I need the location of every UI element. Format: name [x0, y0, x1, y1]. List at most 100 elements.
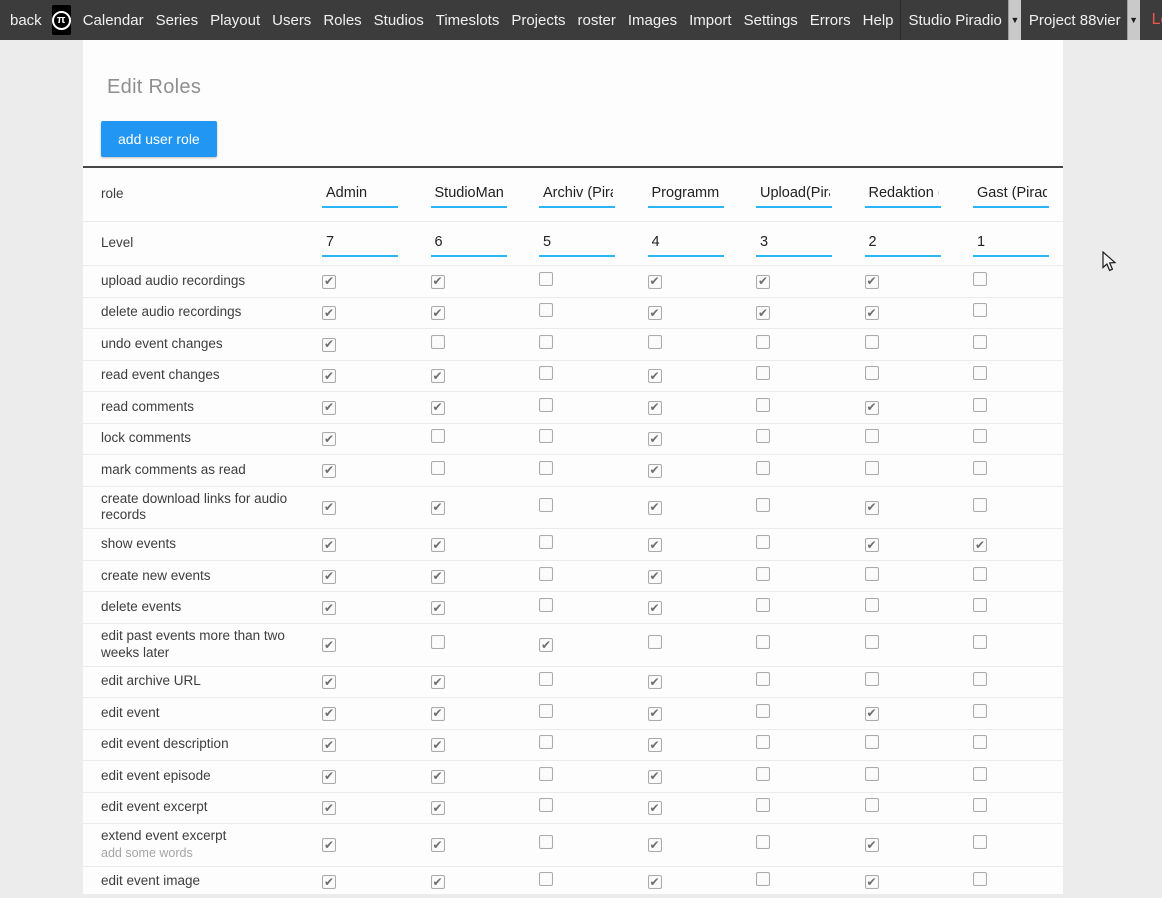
role-name-input-5[interactable] [756, 182, 832, 208]
permission-checkbox-7[interactable] [973, 335, 987, 349]
permission-checkbox-1[interactable] [322, 875, 336, 889]
permission-checkbox-2[interactable] [431, 570, 445, 584]
permission-checkbox-7[interactable] [973, 398, 987, 412]
role-name-input-2[interactable] [431, 182, 507, 208]
permission-checkbox-7[interactable] [973, 429, 987, 443]
permission-checkbox-1[interactable] [322, 707, 336, 721]
nav-item-studios[interactable]: Studios [368, 0, 430, 40]
permission-checkbox-4[interactable] [648, 275, 662, 289]
permission-checkbox-2[interactable] [431, 306, 445, 320]
permission-checkbox-2[interactable] [431, 875, 445, 889]
permission-checkbox-3[interactable] [539, 598, 553, 612]
permission-checkbox-6[interactable] [865, 635, 879, 649]
nav-item-import[interactable]: Import [683, 0, 738, 40]
nav-item-roles[interactable]: Roles [317, 0, 367, 40]
permission-checkbox-2[interactable] [431, 738, 445, 752]
permission-checkbox-7[interactable] [973, 303, 987, 317]
permission-checkbox-6[interactable] [865, 798, 879, 812]
logout-link[interactable]: Logout [1140, 0, 1162, 40]
permission-checkbox-2[interactable] [431, 335, 445, 349]
permission-checkbox-5[interactable] [756, 461, 770, 475]
permission-checkbox-4[interactable] [648, 875, 662, 889]
permission-checkbox-3[interactable] [539, 272, 553, 286]
permission-checkbox-3[interactable] [539, 872, 553, 886]
permission-checkbox-6[interactable] [865, 707, 879, 721]
permission-checkbox-1[interactable] [322, 570, 336, 584]
permission-checkbox-3[interactable] [539, 567, 553, 581]
permission-checkbox-6[interactable] [865, 366, 879, 380]
permission-checkbox-7[interactable] [973, 498, 987, 512]
permission-checkbox-2[interactable] [431, 635, 445, 649]
permission-checkbox-1[interactable] [322, 306, 336, 320]
permission-checkbox-3[interactable] [539, 535, 553, 549]
permission-checkbox-6[interactable] [865, 275, 879, 289]
nav-item-help[interactable]: Help [857, 0, 900, 40]
studio-chevron-down-icon[interactable]: ▼ [1008, 0, 1021, 40]
permission-checkbox-5[interactable] [756, 835, 770, 849]
permission-checkbox-3[interactable] [539, 767, 553, 781]
permission-checkbox-5[interactable] [756, 598, 770, 612]
role-name-input-6[interactable] [865, 182, 941, 208]
permission-checkbox-2[interactable] [431, 401, 445, 415]
nav-item-errors[interactable]: Errors [804, 0, 857, 40]
level-input-6[interactable] [865, 231, 941, 257]
permission-checkbox-3[interactable] [539, 835, 553, 849]
permission-checkbox-3[interactable] [539, 798, 553, 812]
permission-checkbox-5[interactable] [756, 735, 770, 749]
permission-checkbox-6[interactable] [865, 598, 879, 612]
permission-checkbox-7[interactable] [973, 461, 987, 475]
permission-checkbox-1[interactable] [322, 675, 336, 689]
permission-checkbox-7[interactable] [973, 704, 987, 718]
nav-item-calendar[interactable]: Calendar [77, 0, 150, 40]
level-input-7[interactable] [973, 231, 1049, 257]
permission-checkbox-6[interactable] [865, 672, 879, 686]
permission-checkbox-5[interactable] [756, 704, 770, 718]
permission-checkbox-2[interactable] [431, 601, 445, 615]
permission-checkbox-4[interactable] [648, 570, 662, 584]
level-input-4[interactable] [648, 231, 724, 257]
nav-item-series[interactable]: Series [150, 0, 205, 40]
permission-checkbox-6[interactable] [865, 306, 879, 320]
permission-checkbox-7[interactable] [973, 798, 987, 812]
permission-checkbox-3[interactable] [539, 704, 553, 718]
permission-checkbox-1[interactable] [322, 538, 336, 552]
permission-checkbox-2[interactable] [431, 369, 445, 383]
permission-checkbox-4[interactable] [648, 401, 662, 415]
level-input-2[interactable] [431, 231, 507, 257]
nav-item-roster[interactable]: roster [572, 0, 622, 40]
permission-checkbox-4[interactable] [648, 635, 662, 649]
permission-checkbox-4[interactable] [648, 432, 662, 446]
permission-checkbox-4[interactable] [648, 369, 662, 383]
permission-checkbox-5[interactable] [756, 872, 770, 886]
permission-checkbox-7[interactable] [973, 735, 987, 749]
permission-checkbox-5[interactable] [756, 306, 770, 320]
permission-checkbox-4[interactable] [648, 501, 662, 515]
permission-checkbox-2[interactable] [431, 675, 445, 689]
permission-checkbox-4[interactable] [648, 306, 662, 320]
permission-checkbox-5[interactable] [756, 275, 770, 289]
permission-checkbox-7[interactable] [973, 767, 987, 781]
role-name-input-7[interactable] [973, 182, 1049, 208]
permission-checkbox-1[interactable] [322, 464, 336, 478]
permission-checkbox-2[interactable] [431, 538, 445, 552]
permission-checkbox-5[interactable] [756, 398, 770, 412]
permission-checkbox-3[interactable] [539, 366, 553, 380]
role-name-input-3[interactable] [539, 182, 615, 208]
permission-checkbox-2[interactable] [431, 461, 445, 475]
permission-checkbox-6[interactable] [865, 838, 879, 852]
permission-checkbox-7[interactable] [973, 635, 987, 649]
permission-checkbox-3[interactable] [539, 498, 553, 512]
permission-checkbox-1[interactable] [322, 638, 336, 652]
permission-checkbox-1[interactable] [322, 432, 336, 446]
permission-checkbox-5[interactable] [756, 798, 770, 812]
level-input-5[interactable] [756, 231, 832, 257]
permission-checkbox-2[interactable] [431, 707, 445, 721]
project-chevron-down-icon[interactable]: ▼ [1127, 0, 1140, 40]
permission-checkbox-5[interactable] [756, 366, 770, 380]
permission-checkbox-7[interactable] [973, 672, 987, 686]
permission-checkbox-6[interactable] [865, 567, 879, 581]
permission-checkbox-4[interactable] [648, 801, 662, 815]
permission-checkbox-6[interactable] [865, 401, 879, 415]
permission-checkbox-5[interactable] [756, 335, 770, 349]
permission-checkbox-1[interactable] [322, 838, 336, 852]
